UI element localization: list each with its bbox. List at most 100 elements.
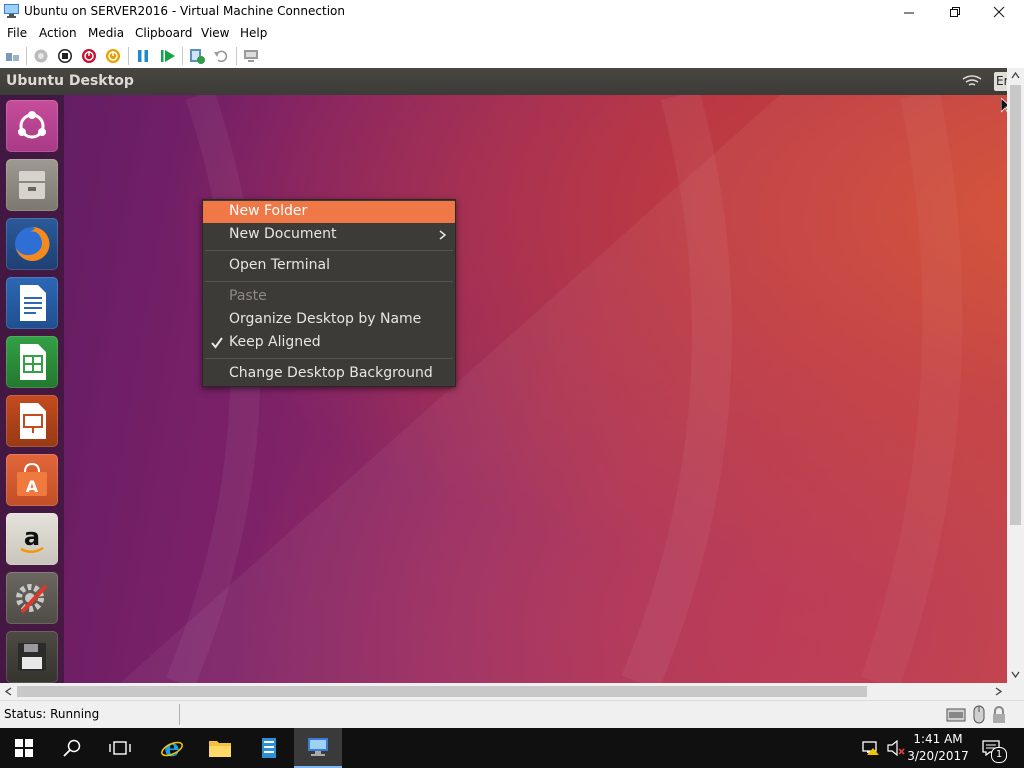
notification-count-badge: 1 <box>991 747 1007 763</box>
reset-icon <box>161 50 175 62</box>
svg-text:a: a <box>24 523 40 551</box>
minimize-button[interactable] <box>886 0 932 24</box>
save-icon <box>106 49 120 63</box>
menu-clipboard[interactable]: Clipboard <box>135 26 192 40</box>
shut-down-icon <box>82 49 96 63</box>
launcher-writer-button[interactable] <box>6 277 58 329</box>
system-settings-icon <box>16 584 48 614</box>
network-warning-icon[interactable] <box>862 740 880 756</box>
server-manager-button[interactable] <box>244 728 292 768</box>
libreoffice-calc-icon <box>20 344 46 380</box>
vertical-scrollbar[interactable] <box>1007 68 1024 683</box>
menu-item-label: New Document <box>229 226 337 242</box>
clock-date: 3/20/2017 <box>907 749 969 763</box>
unity-launcher: A a <box>0 95 64 683</box>
launcher-impress-button[interactable] <box>6 395 58 447</box>
scroll-right-icon[interactable] <box>995 687 1002 696</box>
enhanced-session-button[interactable] <box>243 48 259 64</box>
lock-status-icon <box>993 706 1005 723</box>
launcher-dash-button[interactable] <box>6 100 58 152</box>
menu-view[interactable]: View <box>201 26 229 40</box>
toolbar-separator <box>26 47 27 65</box>
launcher-amazon-button[interactable]: a <box>6 513 58 565</box>
window-title: Ubuntu on SERVER2016 - Virtual Machine C… <box>24 4 345 18</box>
amazon-icon: a <box>20 523 44 553</box>
status-divider <box>179 704 180 725</box>
firefox-icon <box>15 226 50 261</box>
vertical-scroll-thumb[interactable] <box>1010 85 1021 525</box>
scroll-left-icon[interactable] <box>5 687 12 696</box>
launcher-firefox-button[interactable] <box>6 218 58 270</box>
menu-item-keep-aligned[interactable]: Keep Aligned <box>203 332 455 354</box>
search-icon <box>63 739 81 757</box>
task-view-button[interactable] <box>96 728 144 768</box>
menu-bar: File Action Media Clipboard View Help <box>0 24 1024 44</box>
start-icon <box>34 49 48 63</box>
menu-help[interactable]: Help <box>240 26 267 40</box>
menu-separator <box>205 250 453 251</box>
toolbar-separator <box>182 47 183 65</box>
launcher-disk-button[interactable] <box>6 631 58 683</box>
horizontal-scroll-thumb[interactable] <box>17 686 867 697</box>
menu-item-organize-desktop[interactable]: Organize Desktop by Name <box>203 309 455 331</box>
menu-media[interactable]: Media <box>88 26 124 40</box>
scroll-up-icon[interactable] <box>1011 72 1020 79</box>
enhanced-session-icon <box>244 50 258 62</box>
ctrl-alt-del-button[interactable] <box>5 48 21 64</box>
vm-display[interactable]: Ubuntu Desktop En <box>0 68 1007 683</box>
restore-button[interactable] <box>932 0 978 24</box>
chevron-right-icon <box>439 230 447 240</box>
keyboard-indicator[interactable]: En <box>994 72 1007 91</box>
desktop-background[interactable] <box>0 95 1007 683</box>
checkpoint-button[interactable] <box>189 48 205 64</box>
turn-off-button[interactable] <box>57 48 73 64</box>
volume-muted-icon[interactable] <box>887 740 905 756</box>
mouse-status-icon <box>973 705 985 724</box>
libreoffice-writer-icon <box>20 285 46 321</box>
restore-icon <box>949 6 960 17</box>
menu-item-label: Paste <box>229 288 267 304</box>
wallpaper-diagonal <box>120 95 1007 683</box>
menu-action[interactable]: Action <box>39 26 77 40</box>
menu-item-label: New Folder <box>229 203 308 219</box>
files-icon <box>19 171 45 199</box>
taskbar-clock[interactable]: 1:41 AM 3/20/2017 <box>906 731 970 765</box>
status-bar: Status: Running <box>0 700 1024 729</box>
save-state-button[interactable] <box>105 48 121 64</box>
svg-text:A: A <box>26 477 39 496</box>
pause-icon <box>138 50 148 62</box>
close-button[interactable] <box>976 0 1022 24</box>
menu-file[interactable]: File <box>7 26 27 40</box>
search-button[interactable] <box>48 728 96 768</box>
menu-item-change-background[interactable]: Change Desktop Background <box>203 363 455 385</box>
menu-item-open-terminal[interactable]: Open Terminal <box>203 255 455 277</box>
server-manager-icon <box>262 738 276 758</box>
toolbar-separator <box>236 47 237 65</box>
checkpoint-icon <box>190 49 205 64</box>
launcher-files-button[interactable] <box>6 159 58 211</box>
internet-explorer-button[interactable]: e <box>148 728 196 768</box>
menu-item-paste: Paste <box>203 286 455 308</box>
windows-taskbar: e 1:41 AM 3/20/2017 1 <box>0 728 1024 768</box>
revert-button[interactable] <box>213 48 229 64</box>
action-center-button[interactable]: 1 <box>978 736 1008 763</box>
pause-button[interactable] <box>135 48 151 64</box>
menu-item-new-document[interactable]: New Document <box>203 224 455 246</box>
reset-button[interactable] <box>160 48 176 64</box>
menu-separator <box>205 358 453 359</box>
ubuntu-top-panel: Ubuntu Desktop En <box>0 68 1007 95</box>
launcher-calc-button[interactable] <box>6 336 58 388</box>
toolbar-separator <box>128 47 129 65</box>
shut-down-button[interactable] <box>81 48 97 64</box>
wifi-icon[interactable] <box>962 75 982 89</box>
vm-connection-taskbar-button[interactable] <box>294 728 342 768</box>
horizontal-scrollbar[interactable] <box>0 683 1007 700</box>
start-menu-button[interactable] <box>0 728 48 768</box>
start-button[interactable] <box>33 48 49 64</box>
launcher-settings-button[interactable] <box>6 572 58 624</box>
menu-item-new-folder[interactable]: New Folder <box>203 201 455 223</box>
file-explorer-button[interactable] <box>196 728 244 768</box>
scroll-down-icon[interactable] <box>1011 671 1020 678</box>
launcher-software-button[interactable]: A <box>6 454 58 506</box>
panel-title: Ubuntu Desktop <box>6 73 134 89</box>
